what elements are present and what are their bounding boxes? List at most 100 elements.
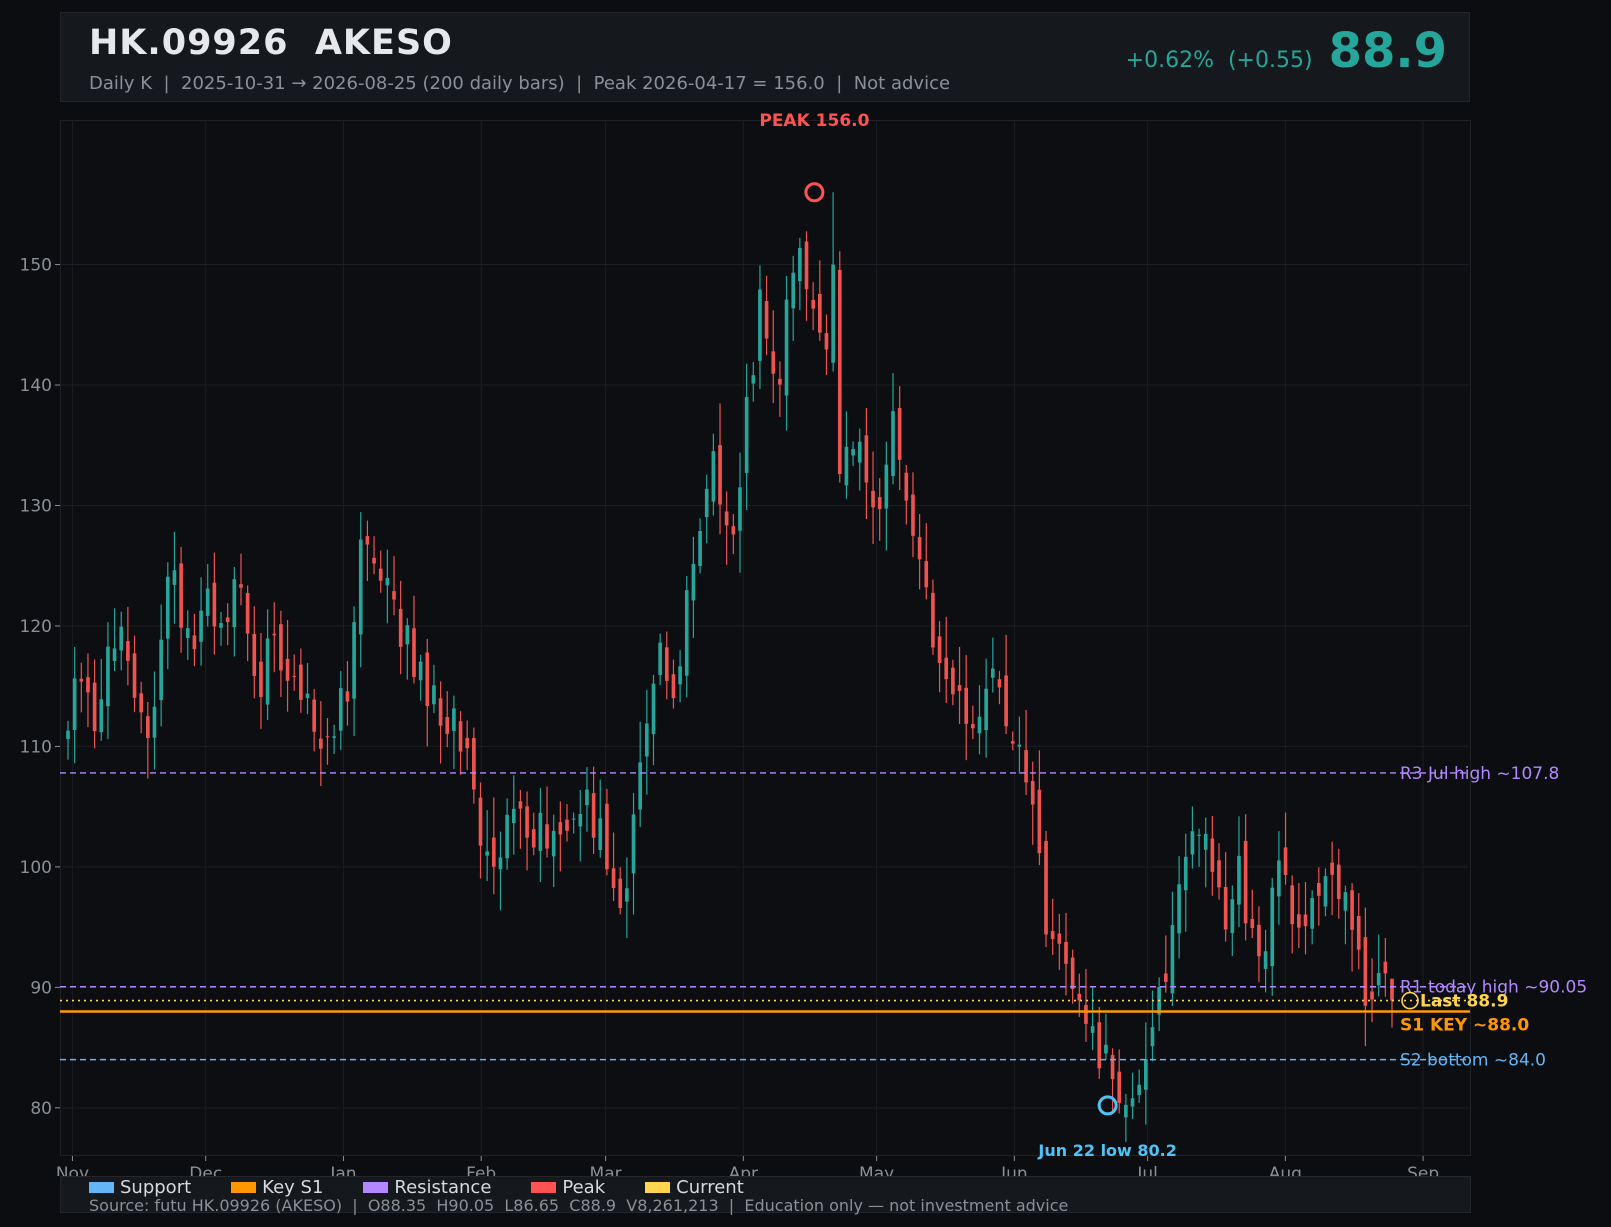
legend-swatch xyxy=(231,1182,257,1193)
candle-body xyxy=(425,652,430,706)
candle-body xyxy=(172,570,177,585)
candle-body xyxy=(1090,1026,1095,1033)
candle-body xyxy=(285,658,290,681)
candle-body xyxy=(325,736,330,738)
x-tick-label: Apr xyxy=(729,1164,758,1176)
candle-body xyxy=(338,688,343,731)
candle-body xyxy=(398,609,403,647)
y-tick-label: 120 xyxy=(20,617,52,637)
candle-body xyxy=(1070,957,1075,990)
candle-body xyxy=(152,706,157,738)
candle-body xyxy=(605,803,609,870)
candle-body xyxy=(352,622,356,699)
candle-body xyxy=(631,814,636,874)
peak-marker-circle xyxy=(804,182,825,203)
candle-body xyxy=(571,818,576,820)
candle-body xyxy=(764,301,769,339)
candle-body xyxy=(1237,855,1241,905)
candle-body xyxy=(1190,831,1195,855)
candle-body xyxy=(1263,951,1268,969)
candle-body xyxy=(491,837,496,867)
candle-body xyxy=(485,851,489,856)
candle-body xyxy=(345,691,350,702)
candle-body xyxy=(1004,675,1008,727)
candle-body xyxy=(1097,1022,1102,1069)
candle-body xyxy=(219,623,223,628)
candle-body xyxy=(445,716,450,734)
candle-body xyxy=(66,730,70,739)
candle-body xyxy=(1150,1027,1155,1047)
candle-body xyxy=(1376,973,1381,986)
candle-body xyxy=(505,814,509,859)
candle-body xyxy=(904,472,909,501)
candle-body xyxy=(119,626,124,651)
candle-body xyxy=(671,674,676,699)
candle-body xyxy=(744,396,749,473)
candle-body xyxy=(724,511,729,526)
candle-body xyxy=(1390,978,1394,1001)
x-tick-label: Dec xyxy=(189,1164,222,1176)
legend-swatch xyxy=(531,1182,557,1193)
candle-body xyxy=(731,526,736,535)
candle-body xyxy=(212,582,217,627)
candle-body xyxy=(771,351,776,374)
x-tick-label: Feb xyxy=(466,1164,496,1176)
legend-label: Support xyxy=(120,1177,192,1198)
x-tick-label: Aug xyxy=(1269,1164,1302,1176)
candle-body xyxy=(1303,914,1308,927)
chart-footer: Support Key S1 Resistance Peak Current Sourc… xyxy=(60,1176,1471,1215)
candle-body xyxy=(738,487,742,531)
candle-body xyxy=(1050,931,1055,939)
candle-body xyxy=(259,661,263,698)
legend-item-peak: Peak xyxy=(531,1177,605,1198)
candle-body xyxy=(272,633,277,636)
x-tick-label: Mar xyxy=(590,1164,622,1176)
candle-body xyxy=(931,592,935,648)
candle-body xyxy=(365,536,370,545)
candle-body xyxy=(558,822,563,835)
candle-body xyxy=(192,635,197,650)
candle-body xyxy=(871,490,875,508)
candle-body xyxy=(897,407,902,460)
candle-body xyxy=(79,678,84,682)
candle-body xyxy=(791,272,796,309)
candle-body xyxy=(126,641,130,661)
candle-body xyxy=(997,679,1002,688)
candle-body xyxy=(1270,887,1275,967)
candle-body xyxy=(957,685,962,691)
candle-body xyxy=(438,698,443,726)
candle-body xyxy=(159,639,163,701)
x-tick-label: Jul xyxy=(1136,1164,1158,1176)
candle-body xyxy=(458,721,463,752)
candle-body xyxy=(319,738,323,749)
candle-body xyxy=(758,289,762,361)
candle-body xyxy=(684,590,689,676)
candle-body xyxy=(1130,1098,1135,1107)
candle-body xyxy=(884,464,889,509)
candle-body xyxy=(1110,1054,1115,1080)
candle-body xyxy=(651,683,656,735)
candle-body xyxy=(72,678,77,730)
candle-body xyxy=(1277,860,1281,897)
y-tick-label: 150 xyxy=(20,256,52,276)
candle-body xyxy=(1017,744,1022,747)
y-tick-label: 100 xyxy=(20,858,52,878)
candle-body xyxy=(531,829,536,848)
candle-body xyxy=(1250,918,1255,929)
candle-body xyxy=(132,653,137,698)
x-tick-label: May xyxy=(859,1164,894,1176)
candle-body xyxy=(1363,937,1368,1006)
candle-body xyxy=(225,617,230,623)
candle-body xyxy=(452,708,456,732)
candle-body xyxy=(1310,898,1314,929)
candle-body xyxy=(179,563,183,628)
candle-body xyxy=(1356,916,1361,950)
candle-body xyxy=(498,857,503,870)
candle-body xyxy=(698,531,702,566)
candle-body xyxy=(1183,856,1188,891)
candle-body xyxy=(891,411,895,477)
candle-body xyxy=(751,375,756,384)
candle-body xyxy=(1330,862,1334,875)
candle-body xyxy=(591,793,596,838)
candle-body xyxy=(1030,781,1035,805)
